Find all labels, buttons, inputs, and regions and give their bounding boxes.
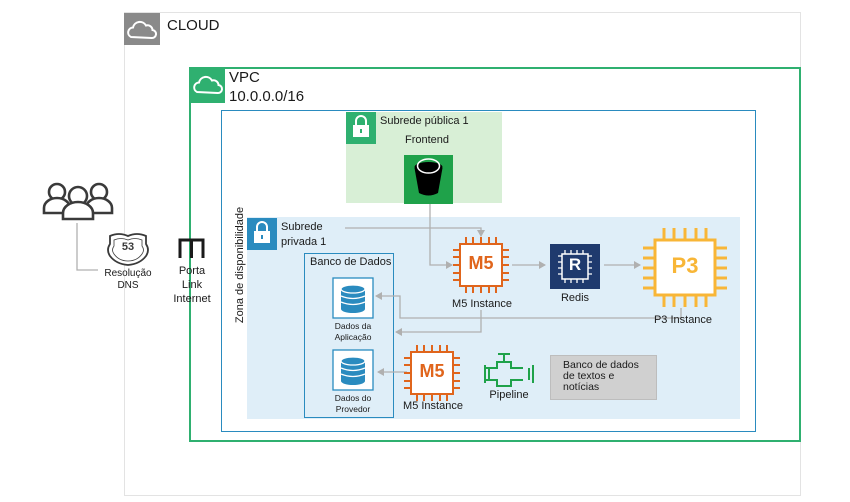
redis-chip-text: R [568,255,582,274]
pipeline-icon [484,353,534,387]
gateway-label-1: Porta [178,265,206,277]
pipeline-label: Pipeline [489,389,529,401]
gateway-label-2: Link [181,279,203,291]
text-db-label-3: notícias [563,381,600,393]
database-label: Banco de Dados [310,256,392,268]
vpc-cloud-icon [191,69,225,103]
gateway-icon [178,238,205,258]
p3-instance-label: P3 Instance [653,314,713,326]
connector-frontend-m5 [429,204,453,269]
p3-chip-text: P3 [671,253,699,278]
vpc-cidr: 10.0.0.0/16 [229,88,305,105]
vpc-label: VPC [229,69,260,86]
redis-label: Redis [560,292,590,304]
private-subnet-label-1: Subrede [281,221,323,233]
dns-label-2: DNS [117,280,139,291]
connector-p3-db [375,292,682,319]
connector-m5-appdata [395,310,482,336]
app-data-label-1: Dados da [334,321,372,331]
connector-dns [76,223,98,271]
m5-instance-label-2: M5 Instance [403,400,463,412]
provider-data-label-1: Dados do [334,393,372,403]
app-data-label-2: Aplicação [334,332,372,342]
public-subnet-label: Subrede pública 1 [380,115,469,127]
m5-chip-text: M5 [468,253,494,273]
provider-data-db-icon [332,349,374,391]
public-subnet-lock-icon [346,112,376,144]
connector-private-m5 [345,227,485,237]
cloud-icon [124,13,160,45]
private-subnet-label-2: privada 1 [281,236,327,248]
gateway-label-3: Internet [173,293,211,305]
dns-label-1: Resolução [104,268,152,279]
frontend-label: Frontend [405,134,450,146]
cloud-label: CLOUD [167,17,220,34]
app-data-db-icon [332,277,374,319]
dns-badge-number: 53 [121,241,135,253]
private-subnet-lock-icon [247,218,277,250]
availability-zone-label: Zona de disponibilidade [234,206,246,324]
users-icon [42,182,114,221]
provider-data-label-2: Provedor [335,404,371,414]
m5-instance-label: M5 Instance [452,298,512,310]
bucket-icon [404,155,453,204]
m5-chip-text-2: M5 [419,361,445,381]
